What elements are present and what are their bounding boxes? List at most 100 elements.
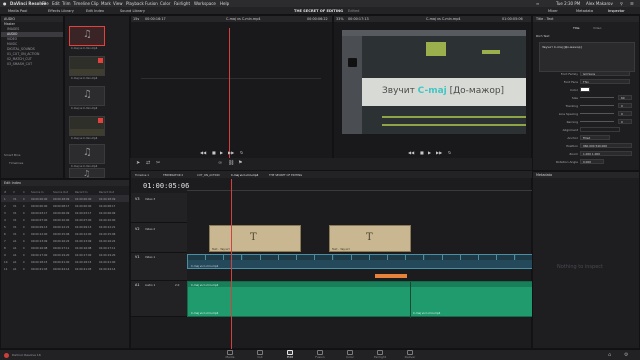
wifi-icon[interactable]: ≈	[536, 1, 539, 6]
app-name-menu[interactable]: DaVinci Resolve	[10, 1, 46, 6]
track-header-v1[interactable]: V1 Video 1	[131, 253, 187, 281]
loop-button[interactable]: ↻	[240, 150, 243, 155]
edit-index-row[interactable]: 3 V1 C 00:00:03:17 00:00:06:09 01:00:03:17 01:…	[1, 209, 129, 216]
media-clip[interactable]: ♫	[69, 168, 105, 178]
track-header-v2[interactable]: V2 Video 2	[131, 223, 187, 253]
tab-mixer[interactable]: Mixer	[548, 9, 558, 13]
media-clip[interactable]: ♫ C-maj vs C-min.mp4	[69, 86, 105, 110]
audio-waveform-area[interactable]	[141, 28, 321, 166]
edit-index-row[interactable]: 11 A1 C 00:00:21:03 00:00:24:14 01:00:21:03 01…	[1, 265, 129, 272]
audio-edit-point[interactable]	[410, 282, 411, 318]
search-icon[interactable]: ⚲	[620, 1, 623, 6]
color-swatch[interactable]	[580, 87, 590, 92]
blade-tool-icon[interactable]: ✂	[156, 160, 160, 166]
size-slider[interactable]	[580, 97, 614, 98]
edit-index-row[interactable]: 1 V1 C 00:00:00:00 00:00:18:09 01:00:00:00 01:…	[1, 195, 129, 202]
inspector-tab-video[interactable]: Video	[593, 26, 601, 30]
menu-item-fairlight[interactable]: Fairlight	[174, 1, 190, 6]
timeline-tab-active[interactable]: C-maj vs C-min.mp4	[231, 173, 258, 177]
size-value[interactable]: 60	[618, 95, 632, 100]
line-spacing-value[interactable]: 0	[618, 111, 632, 116]
video-clip[interactable]: C-maj vs C-min.mp4	[187, 254, 534, 269]
title-clip[interactable]: T Text - Звучит	[209, 225, 301, 252]
edit-index-row[interactable]: 10 A1 C 00:00:18:15 00:00:21:00 01:00:18:15 01…	[1, 258, 129, 265]
menu-item-clip[interactable]: Clip	[91, 1, 99, 6]
audio-clip[interactable]: C-maj vs C-min.mp4 C-maj vs C-min.mp4 C-…	[187, 281, 534, 318]
media-clip[interactable]: ♫ C-maj vs C-min.mp4	[69, 26, 105, 50]
anchor-select[interactable]: Filled	[580, 135, 610, 140]
tracking-value[interactable]: 0	[618, 103, 632, 108]
menu-item-trim[interactable]: Trim	[62, 1, 71, 6]
timeline-tab[interactable]: TERMINATOR 2	[163, 173, 183, 177]
source-timecode-in[interactable]: 00:00:16:17	[145, 17, 166, 21]
timeline-tab[interactable]: CUT_ON_ACTION	[197, 173, 220, 177]
edit-index-row[interactable]: 5 V1 C 00:00:09:13 00:00:12:21 01:00:09:13 01:…	[1, 223, 129, 230]
menu-item-file[interactable]: File	[42, 1, 49, 6]
source-zoom[interactable]: 15s	[133, 17, 139, 21]
timeline-ruler[interactable]	[187, 179, 533, 191]
menubar-user[interactable]: Alex Makarov	[586, 1, 613, 6]
menu-item-color[interactable]: Color	[160, 1, 170, 6]
link-icon[interactable]: ⛓	[228, 160, 234, 166]
col-cut[interactable]: C	[23, 190, 25, 194]
edit-index-row[interactable]: 9 A1 C 00:00:17:00 00:00:19:20 01:00:17:00 01:…	[1, 251, 129, 258]
line-spacing-slider[interactable]	[580, 113, 614, 114]
track-name[interactable]: Video 2	[145, 227, 155, 231]
zoom-values[interactable]: 1.000 1.000	[580, 151, 632, 156]
timeline-tab[interactable]: THE SECRET OF EDITING	[269, 173, 302, 177]
media-clip[interactable]: C-maj vs C-min.mp4	[69, 56, 105, 80]
tab-media-pool[interactable]: Media Pool	[8, 9, 27, 13]
menu-item-fusion[interactable]: Fusion	[145, 1, 158, 6]
menu-item-timeline[interactable]: Timeline	[73, 1, 90, 6]
alignment-buttons[interactable]	[580, 127, 620, 132]
page-tab-deliver[interactable]: Deliver	[390, 349, 430, 360]
tab-inspector[interactable]: Inspector	[608, 9, 625, 13]
rich-text-input[interactable]: Звучит C-maj [До-мажор]	[539, 42, 635, 72]
list-icon[interactable]: ☰	[630, 1, 634, 6]
edit-index-row[interactable]: 2 V1 C 00:00:00:00 00:00:08:17 01:00:00:00 01:…	[1, 202, 129, 209]
stop-button[interactable]: ■	[420, 150, 424, 155]
col-record-out[interactable]: Record Out	[99, 190, 114, 194]
track-name[interactable]: Audio 1	[145, 283, 155, 287]
edit-index-row[interactable]: 4 V1 C 00:00:07:00 00:00:10:00 01:00:07:00 01:…	[1, 216, 129, 223]
menu-item-mark[interactable]: Mark	[101, 1, 111, 6]
track-header-v3[interactable]: V3 Video 3	[131, 193, 187, 223]
apple-icon[interactable]: ●	[3, 1, 7, 6]
tab-sound-library[interactable]: Sound Library	[120, 9, 145, 13]
kerning-value[interactable]: 0	[618, 119, 632, 124]
tab-metadata[interactable]: Metadata	[576, 9, 593, 13]
settings-icon[interactable]: ⚙	[624, 352, 628, 358]
tab-effects-library[interactable]: Effects Library	[48, 9, 74, 13]
col-number[interactable]: #	[4, 190, 6, 194]
timelines-smart-bin[interactable]: Timelines	[9, 161, 23, 165]
title-overlay-text[interactable]: Звучит C-maj [До-мажор]	[382, 85, 504, 97]
play-button[interactable]: ▶	[428, 150, 431, 155]
flag-icon[interactable]: ⚑	[238, 160, 242, 166]
col-record-in[interactable]: Record In	[75, 190, 88, 194]
col-source-out[interactable]: Source Out	[53, 190, 68, 194]
font-family-select[interactable]: Gill Sans	[580, 71, 630, 76]
trim-tool-icon[interactable]: ⇄	[146, 160, 150, 166]
source-playhead[interactable]	[229, 28, 230, 166]
loop-button[interactable]: ↻	[448, 150, 451, 155]
timeline-viewer-zoom[interactable]: 33%	[336, 17, 344, 21]
timeline-tab[interactable]: Timeline 1	[135, 173, 149, 177]
media-clip[interactable]: C-maj vs C-min.mp4	[69, 116, 105, 140]
edit-index-row[interactable]: 6 V1 C 00:00:12:00 00:00:15:06 01:00:12:00 01:…	[1, 230, 129, 237]
menu-item-workspace[interactable]: Workspace	[194, 1, 216, 6]
rotation-value[interactable]: 0.000	[580, 159, 604, 164]
selection-tool-icon[interactable]: ➤	[136, 160, 140, 166]
menu-item-playback[interactable]: Playback	[126, 1, 144, 6]
menu-item-view[interactable]: View	[113, 1, 123, 6]
bin-smash-cut[interactable]: 03_SMASH_CUT	[1, 62, 63, 67]
rewind-button[interactable]: ◀◀	[408, 150, 414, 155]
rewind-button[interactable]: ◀◀	[200, 150, 206, 155]
play-button[interactable]: ▶	[220, 150, 223, 155]
position-values[interactable]: 960.000 540.000	[580, 143, 632, 148]
fast-forward-button[interactable]: ▶▶	[228, 150, 234, 155]
smart-bins-label[interactable]: Smart Bins	[4, 153, 20, 157]
rich-text-section[interactable]: Rich Text	[536, 34, 550, 38]
col-source-in[interactable]: Source In	[31, 190, 44, 194]
track-name[interactable]: Video 1	[145, 255, 155, 259]
menu-item-help[interactable]: Help	[220, 1, 229, 6]
